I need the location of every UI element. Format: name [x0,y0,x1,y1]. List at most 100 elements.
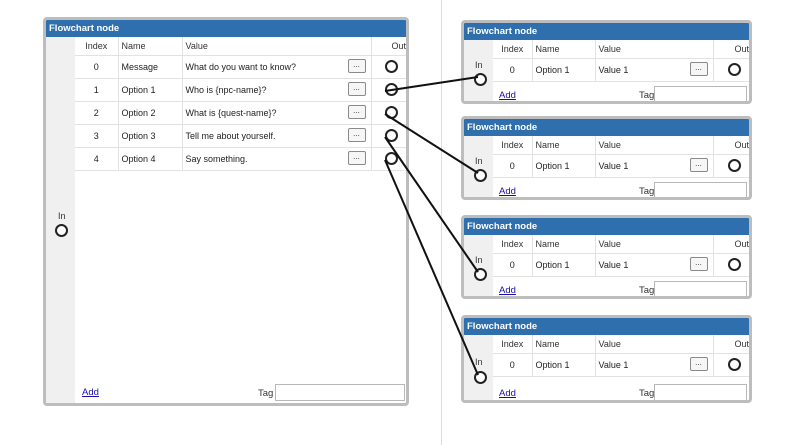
child-flowchart-node[interactable]: Flowchart node In Index Name Value Out 0… [461,20,752,104]
row-name[interactable]: Option 1 [118,78,183,102]
tag-label: Tag [639,90,655,101]
row-value[interactable]: What do you want to know? [186,62,297,72]
child-flowchart-node[interactable]: Flowchart node In Index Name Value Out 0… [461,315,752,403]
table-row[interactable]: 4 Option 4 Say something.... [75,147,406,171]
table-header-row: Index Name Value Out [493,136,749,155]
column-header-index: Index [75,37,119,56]
out-port[interactable] [384,60,398,73]
table-header-row: Index Name Value Out [493,335,749,354]
edit-value-button[interactable]: ... [347,59,366,73]
column-header-out: Out [371,37,406,56]
tag-input[interactable] [275,384,405,401]
column-header-value: Value [595,335,714,354]
row-name[interactable]: Option 2 [118,101,183,125]
add-option-link[interactable]: Add [499,186,516,197]
tag-input[interactable] [654,182,747,197]
child-flowchart-node[interactable]: Flowchart node In Index Name Value Out 0… [461,116,752,200]
table-row[interactable]: 3 Option 3 Tell me about yourself.... [75,124,406,148]
row-value-cell[interactable]: Value 1... [595,353,714,377]
node-title[interactable]: Flowchart node [46,20,406,37]
row-value-cell[interactable]: Value 1... [595,58,714,82]
tag-input[interactable] [654,86,747,101]
row-index: 0 [75,55,119,79]
out-port[interactable] [727,63,741,76]
node-title[interactable]: Flowchart node [464,318,749,335]
column-header-name: Name [532,235,596,254]
row-value[interactable]: What is {quest-name}? [186,108,277,118]
tag-input[interactable] [654,384,747,400]
edit-value-button[interactable]: ... [347,151,366,165]
out-port[interactable] [384,152,398,165]
main-flowchart-node[interactable]: Flowchart node In Index Name Value Out 0… [43,17,409,406]
row-name[interactable]: Message [118,55,183,79]
row-index: 1 [75,78,119,102]
row-value[interactable]: Tell me about yourself. [186,131,276,141]
row-value[interactable]: Value 1 [599,360,629,370]
in-port-label: In [475,357,483,367]
in-port[interactable] [474,169,487,182]
edit-value-button[interactable]: ... [347,128,366,142]
in-port[interactable] [474,73,487,86]
row-value[interactable]: Value 1 [599,260,629,270]
in-port[interactable] [474,268,487,281]
row-value-cell[interactable]: Tell me about yourself.... [182,124,372,148]
row-name[interactable]: Option 1 [532,58,596,82]
row-value-cell[interactable]: Who is {npc-name}?... [182,78,372,102]
in-port-label: In [475,60,483,70]
row-index: 4 [75,147,119,171]
out-cell [371,124,406,148]
table-row[interactable]: 0 Message What do you want to know?... [75,55,406,79]
add-option-link[interactable]: Add [499,90,516,101]
row-value[interactable]: Who is {npc-name}? [186,85,267,95]
out-port[interactable] [727,358,741,371]
node-title[interactable]: Flowchart node [464,119,749,136]
out-port[interactable] [384,106,398,119]
row-name[interactable]: Option 3 [118,124,183,148]
column-header-value: Value [595,40,714,59]
edit-value-button[interactable]: ... [689,257,708,271]
edit-value-button[interactable]: ... [689,158,708,172]
row-name[interactable]: Option 1 [532,154,596,178]
row-value-cell[interactable]: Say something.... [182,147,372,171]
row-value-cell[interactable]: Value 1... [595,154,714,178]
out-port[interactable] [384,129,398,142]
table-row[interactable]: 0 Option 1 Value 1... [493,253,749,277]
column-header-name: Name [532,136,596,155]
row-value-cell[interactable]: What is {quest-name}?... [182,101,372,125]
row-name[interactable]: Option 1 [532,253,596,277]
out-port[interactable] [727,258,741,271]
column-header-index: Index [493,40,533,59]
table-row[interactable]: 0 Option 1 Value 1... [493,353,749,377]
edit-value-button[interactable]: ... [347,82,366,96]
row-value[interactable]: Value 1 [599,161,629,171]
child-flowchart-node[interactable]: Flowchart node In Index Name Value Out 0… [461,215,752,299]
add-option-link[interactable]: Add [82,387,99,398]
in-column [464,136,493,197]
in-column [464,235,493,296]
row-index: 0 [493,154,533,178]
row-name[interactable]: Option 4 [118,147,183,171]
row-value-cell[interactable]: What do you want to know?... [182,55,372,79]
out-port[interactable] [384,83,398,96]
table-row[interactable]: 2 Option 2 What is {quest-name}?... [75,101,406,125]
edit-value-button[interactable]: ... [689,62,708,76]
table-row[interactable]: 0 Option 1 Value 1... [493,154,749,178]
node-title[interactable]: Flowchart node [464,218,749,235]
table-row[interactable]: 1 Option 1 Who is {npc-name}?... [75,78,406,102]
in-port[interactable] [474,371,487,384]
out-port[interactable] [727,159,741,172]
in-port[interactable] [55,224,68,237]
table-row[interactable]: 0 Option 1 Value 1... [493,58,749,82]
canvas-divider [441,0,442,445]
row-value[interactable]: Value 1 [599,65,629,75]
row-value-cell[interactable]: Value 1... [595,253,714,277]
edit-value-button[interactable]: ... [347,105,366,119]
edit-value-button[interactable]: ... [689,357,708,371]
node-title[interactable]: Flowchart node [464,23,749,40]
in-column [464,335,493,400]
add-option-link[interactable]: Add [499,388,516,399]
row-name[interactable]: Option 1 [532,353,596,377]
add-option-link[interactable]: Add [499,285,516,296]
tag-input[interactable] [654,281,747,296]
row-value[interactable]: Say something. [186,154,248,164]
